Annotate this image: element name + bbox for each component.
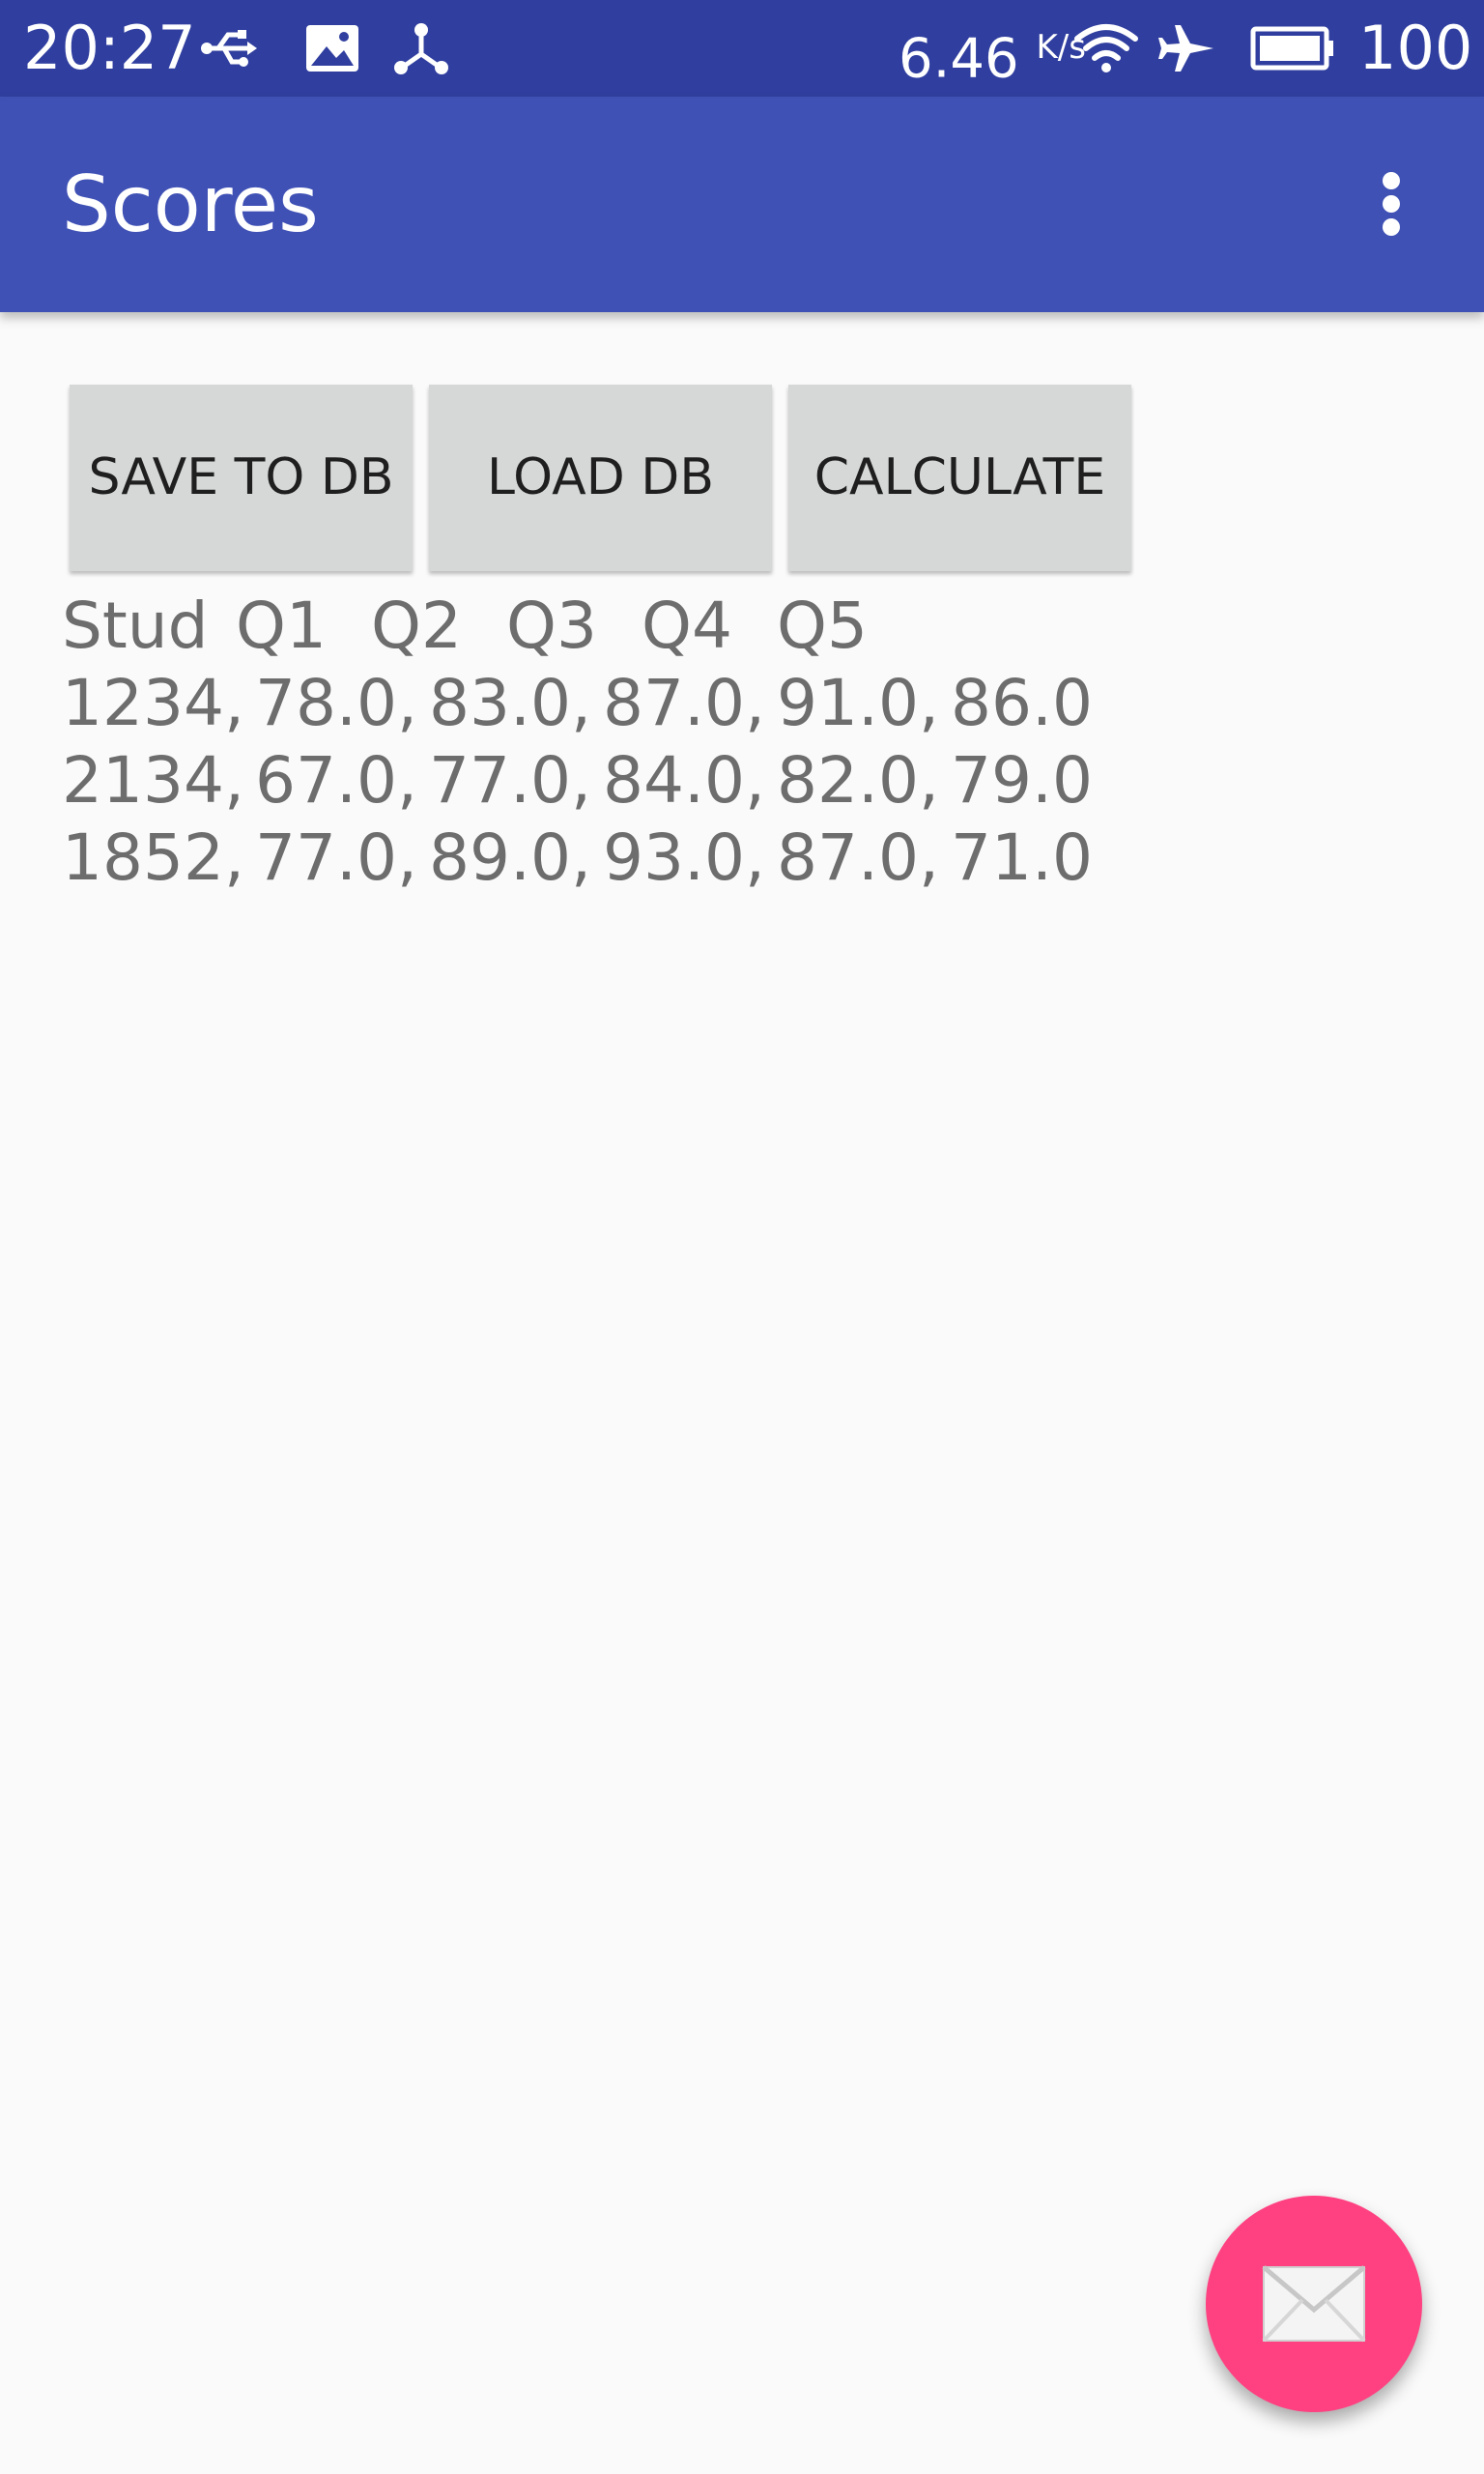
email-icon <box>1262 2265 1366 2343</box>
score-cell: 93.0, <box>603 820 765 895</box>
score-cell: 89.0, <box>429 820 591 895</box>
score-cell: 79.0 <box>951 743 1093 818</box>
score-cell: 87.0, <box>777 820 939 895</box>
student-id-cell: 1234, <box>62 666 244 740</box>
header-q5: Q5 <box>777 589 868 663</box>
score-cell: 87.0, <box>603 666 765 740</box>
table-row: 1852, 77.0, 89.0, 93.0, 87.0, 71.0 <box>62 820 1221 897</box>
status-time: 20:27 <box>23 13 196 83</box>
overflow-menu-icon-dot <box>1383 195 1400 213</box>
score-cell: 91.0, <box>777 666 939 740</box>
network-speed: 6.46 K/s <box>899 15 1086 92</box>
share-icon <box>394 23 448 74</box>
score-cell: 86.0 <box>951 666 1093 740</box>
header-q2: Q2 <box>371 589 462 663</box>
score-cell: 82.0, <box>777 743 939 818</box>
score-cell: 77.0, <box>255 820 417 895</box>
email-fab-button[interactable] <box>1206 2196 1422 2412</box>
score-cell: 77.0, <box>429 743 591 818</box>
score-cell: 83.0, <box>429 666 591 740</box>
overflow-menu-icon-dot <box>1383 218 1400 236</box>
table-row: 2134, 67.0, 77.0, 84.0, 82.0, 79.0 <box>62 742 1221 820</box>
score-cell: 71.0 <box>951 820 1093 895</box>
overflow-menu-icon <box>1383 172 1400 189</box>
header-stud: Stud <box>62 589 209 663</box>
student-id-cell: 2134, <box>62 743 244 818</box>
status-bar: 20:27 6.46 K/s 100 <box>0 0 1484 97</box>
overflow-menu-button[interactable] <box>1353 155 1430 251</box>
image-icon <box>306 25 358 72</box>
load-db-button[interactable]: LOAD DB <box>429 385 772 571</box>
app-bar: Scores <box>0 97 1484 312</box>
header-q3: Q3 <box>506 589 597 663</box>
table-row: 1234, 78.0, 83.0, 87.0, 91.0, 86.0 <box>62 665 1221 742</box>
header-q4: Q4 <box>642 589 732 663</box>
battery-icon <box>1250 26 1333 71</box>
student-id-cell: 1852, <box>62 820 244 895</box>
scores-header-row: Stud Q1 Q2 Q3 Q4 Q5 <box>62 588 1221 665</box>
header-q1: Q1 <box>236 589 327 663</box>
scores-table: Stud Q1 Q2 Q3 Q4 Q5 1234, 78.0, 83.0, 87… <box>62 588 1221 897</box>
airplane-mode-icon <box>1158 25 1213 72</box>
score-cell: 84.0, <box>603 743 765 818</box>
score-cell: 78.0, <box>255 666 417 740</box>
save-to-db-button[interactable]: SAVE TO DB <box>70 385 413 571</box>
usb-icon <box>201 30 257 67</box>
wifi-icon <box>1074 24 1138 72</box>
score-cell: 67.0, <box>255 743 417 818</box>
page-title: Scores <box>62 159 319 249</box>
network-speed-value: 6.46 <box>899 27 1019 91</box>
battery-percent: 100 <box>1358 13 1473 83</box>
calculate-button[interactable]: CALCULATE <box>788 385 1131 571</box>
